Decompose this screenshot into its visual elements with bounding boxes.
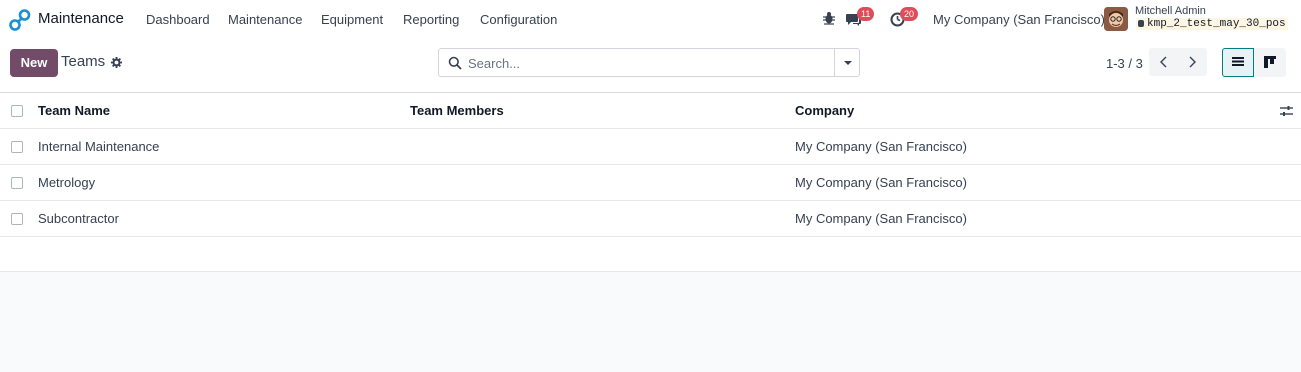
company-cell[interactable]: My Company (San Francisco)	[795, 139, 967, 154]
kanban-view-icon	[1264, 56, 1276, 68]
list-view-button[interactable]	[1222, 48, 1254, 77]
row-checkbox[interactable]	[11, 213, 23, 225]
chevron-left-icon	[1160, 56, 1167, 68]
table-empty-row	[0, 236, 1301, 271]
search-options-toggle[interactable]	[834, 49, 860, 76]
menu-dashboard[interactable]: Dashboard	[146, 12, 210, 27]
search-input[interactable]	[468, 53, 828, 73]
pager-previous-button[interactable]	[1149, 48, 1178, 76]
top-navbar: Maintenance Dashboard Maintenance Equipm…	[0, 0, 1301, 39]
table-header-row: Team Name Team Members Company	[0, 92, 1301, 128]
menu-equipment[interactable]: Equipment	[321, 12, 383, 27]
table-bottom-border	[0, 271, 1301, 272]
row-checkbox[interactable]	[11, 141, 23, 153]
database-label: kmp_2_test_may_30_pos	[1147, 18, 1286, 30]
gear-icon[interactable]	[111, 57, 122, 68]
column-header-team-name[interactable]: Team Name	[38, 103, 110, 118]
menu-reporting[interactable]: Reporting	[403, 12, 459, 27]
team-name-cell[interactable]: Metrology	[38, 175, 95, 190]
bug-icon[interactable]	[822, 11, 836, 25]
select-all-checkbox[interactable]	[11, 105, 23, 117]
search-icon	[448, 56, 462, 70]
messages-count-badge: 11	[857, 7, 875, 21]
column-header-team-members[interactable]: Team Members	[410, 103, 504, 118]
search-bar	[438, 48, 860, 77]
list-view-icon	[1232, 57, 1244, 66]
company-cell[interactable]: My Company (San Francisco)	[795, 175, 967, 190]
table-row[interactable]: Metrology My Company (San Francisco)	[0, 164, 1301, 200]
user-avatar-image	[1104, 7, 1128, 31]
user-name[interactable]: Mitchell Admin	[1135, 5, 1206, 17]
column-header-company[interactable]: Company	[795, 103, 854, 118]
user-avatar[interactable]	[1104, 7, 1128, 31]
menu-configuration[interactable]: Configuration	[480, 12, 557, 27]
optional-columns-toggle-icon[interactable]	[1280, 105, 1293, 117]
row-checkbox[interactable]	[11, 177, 23, 189]
team-name-cell[interactable]: Subcontractor	[38, 211, 119, 226]
table-row[interactable]: Subcontractor My Company (San Francisco)	[0, 200, 1301, 236]
company-switcher[interactable]: My Company (San Francisco)	[933, 12, 1105, 27]
chevron-right-icon	[1189, 56, 1196, 68]
menu-maintenance[interactable]: Maintenance	[228, 12, 302, 27]
page-title: Teams	[61, 53, 106, 70]
company-cell[interactable]: My Company (San Francisco)	[795, 211, 967, 226]
pager-value[interactable]: 1-3 / 3	[1106, 56, 1143, 71]
app-brand[interactable]: Maintenance	[38, 10, 124, 27]
table-row[interactable]: Internal Maintenance My Company (San Fra…	[0, 128, 1301, 164]
database-icon	[1138, 20, 1144, 27]
teams-list-table: Team Name Team Members Company Internal …	[0, 92, 1301, 272]
kanban-view-button[interactable]	[1254, 48, 1286, 77]
activities-count-badge: 20	[900, 7, 919, 21]
pager-next-button[interactable]	[1178, 48, 1207, 76]
control-panel: New Teams 1-3 / 3	[0, 39, 1301, 93]
database-name: kmp_2_test_may_30_pos	[1136, 18, 1288, 30]
new-button[interactable]: New	[10, 49, 58, 77]
maintenance-app-icon[interactable]	[9, 9, 31, 31]
team-name-cell[interactable]: Internal Maintenance	[38, 139, 159, 154]
caret-down-icon	[844, 61, 852, 65]
